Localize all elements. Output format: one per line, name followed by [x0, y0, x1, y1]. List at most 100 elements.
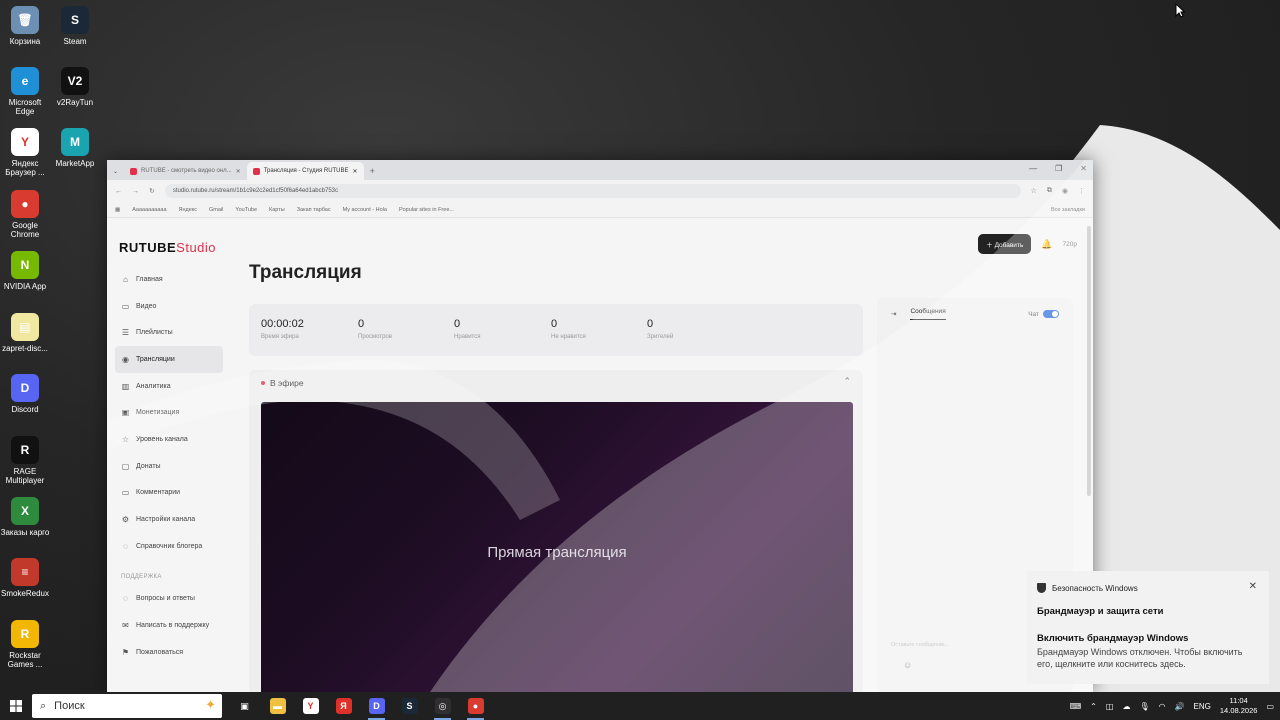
toggle-switch[interactable]	[1043, 310, 1059, 318]
back-icon[interactable]: ←	[115, 188, 122, 195]
desktop-icon[interactable]: e Microsoft Edge	[0, 67, 50, 116]
close-icon[interactable]: ✕	[1249, 581, 1257, 592]
sidebar-item[interactable]: ◌ Вопросы и ответы	[115, 586, 223, 613]
windows-start-icon[interactable]	[0, 700, 32, 712]
notifications-icon[interactable]: ▭	[1266, 702, 1274, 711]
bookmark-link[interactable]: Gmail	[209, 207, 223, 213]
maximize-icon[interactable]: ❐	[1055, 164, 1062, 173]
desktop-icon[interactable]: Y Яндекс Браузер ...	[0, 128, 50, 177]
stat-views: 0 Просмотров	[358, 318, 392, 340]
desktop-icon[interactable]: X Заказы карго	[0, 497, 50, 537]
edge-icon: e	[11, 67, 39, 95]
taskbar-app[interactable]: Я	[327, 692, 360, 720]
sidebar-item[interactable]: ▭ Комментарии	[115, 480, 223, 507]
close-icon[interactable]: ✕	[236, 168, 241, 175]
desktop-icon[interactable]: V2 v2RayTun	[50, 67, 100, 107]
desktop-icon[interactable]: M MarketApp	[50, 128, 100, 168]
extensions-icon[interactable]: ⧉	[1047, 187, 1052, 195]
minimize-icon[interactable]: —	[1029, 164, 1037, 173]
sidebar-item[interactable]: ▥ Аналитика	[115, 373, 223, 400]
reload-icon[interactable]: ↻	[149, 187, 155, 195]
sidebar-item-label: Настройки канала	[136, 516, 196, 524]
profile-avatar-icon[interactable]: ◉	[1062, 187, 1068, 195]
sidebar-item[interactable]: ⚑ Пожаловаться	[115, 639, 223, 666]
collapse-chat-icon[interactable]: ⇥	[891, 310, 896, 318]
taskbar-app[interactable]: S	[393, 692, 426, 720]
apps-grid-icon[interactable]: ▦	[115, 207, 120, 213]
tab-rutube[interactable]: RUTUBE - смотреть видео онл... ✕	[124, 162, 247, 180]
emoji-icon[interactable]: ☺	[903, 660, 912, 670]
bookmark-link[interactable]: Карты	[269, 207, 285, 213]
url-field[interactable]: studio.rutube.ru/stream/1b1c9e2c2ed1cf50…	[164, 184, 1021, 198]
close-icon[interactable]: ✕	[1080, 164, 1087, 173]
sidebar-item[interactable]: ⌂ Главная	[115, 266, 223, 293]
tab-messages[interactable]: Сообщения	[910, 308, 946, 320]
tab-studio[interactable]: Трансляция - Студия RUTUBE ✕	[246, 162, 364, 180]
nvidia-icon: N	[11, 251, 39, 279]
page-scrollbar[interactable]	[1087, 226, 1091, 496]
volume-icon[interactable]: 🔊	[1175, 702, 1185, 711]
menu-dots-icon[interactable]: ⋮	[1078, 187, 1085, 195]
language-indicator[interactable]: ENG	[1194, 702, 1211, 711]
sidebar-item[interactable]: ◉ Трансляции	[115, 346, 223, 373]
video-player[interactable]: Прямая трансляция	[261, 402, 853, 692]
desktop-icon[interactable]: 🗑 Корзина	[0, 6, 50, 46]
taskbar-app[interactable]: D	[360, 692, 393, 720]
all-bookmarks-link[interactable]: Все закладки	[1051, 207, 1085, 213]
desktop-icon[interactable]: ▤ zapret-disc...	[0, 313, 50, 353]
microphone-icon[interactable]: 🎙	[1139, 702, 1149, 711]
add-button[interactable]: ＋ Добавить	[978, 234, 1032, 254]
bookmark-link[interactable]: Popular sites in Free...	[399, 207, 454, 213]
taskbar-app[interactable]: Y	[294, 692, 327, 720]
desktop-icon-label: Steam	[63, 37, 87, 46]
chrome-icon: ●	[467, 698, 484, 714]
desktop-icon[interactable]: R RAGE Multiplayer	[0, 436, 50, 485]
network-icon[interactable]: ◫	[1106, 702, 1114, 711]
bookmark-link[interactable]: Закап тарбас	[297, 207, 331, 213]
cloud-icon[interactable]: ☁	[1122, 702, 1130, 711]
sidebar-item[interactable]: ◌ Справочник блогера	[115, 533, 223, 560]
tab-list-icon[interactable]: ⌄	[107, 162, 124, 180]
bell-icon[interactable]: 🔔	[1041, 239, 1052, 250]
close-icon[interactable]: ✕	[353, 168, 358, 175]
sidebar-item[interactable]: ☆ Уровень канала	[115, 426, 223, 453]
bookmark-link[interactable]: Ааааааааааа	[132, 207, 166, 213]
forward-icon[interactable]: →	[132, 188, 139, 195]
bookmark-link[interactable]: My account - Hola	[343, 207, 387, 213]
taskbar-app[interactable]: ▬	[261, 692, 294, 720]
desktop-icon[interactable]: D Discord	[0, 374, 50, 414]
rutube-studio-logo[interactable]: RUTUBEStudio	[119, 240, 216, 255]
sidebar-item[interactable]: ⚙ Настройки канала	[115, 506, 223, 533]
quality-badge[interactable]: 720p	[1063, 241, 1077, 248]
taskbar-app[interactable]: ●	[459, 692, 492, 720]
sidebar-item[interactable]: ☰ Плейлисты	[115, 319, 223, 346]
clock[interactable]: 11:04 14.08.2026	[1220, 696, 1258, 716]
keyboard-icon[interactable]: ⌨	[1070, 702, 1082, 711]
sidebar-item[interactable]: ▣ Монетизация	[115, 399, 223, 426]
chevron-up-icon[interactable]: ⌃	[843, 376, 851, 387]
desktop-icon[interactable]: N NVIDIA App	[0, 251, 50, 291]
sidebar-item[interactable]: ▢ Донаты	[115, 453, 223, 480]
chat-toggle[interactable]: Чат	[1028, 310, 1059, 318]
bookmark-star-icon[interactable]: ☆	[1031, 187, 1037, 195]
desktop-icon[interactable]: R Rockstar Games ...	[0, 620, 50, 669]
wifi-icon[interactable]: ◠	[1159, 702, 1166, 711]
bookmark-link[interactable]: Яндекс	[179, 207, 198, 213]
chevron-up-icon[interactable]: ⌃	[1090, 702, 1097, 711]
video-placeholder-text: Прямая трансляция	[487, 543, 627, 561]
new-tab-icon[interactable]: +	[364, 162, 381, 180]
taskbar-app[interactable]: ▣	[228, 692, 261, 720]
sidebar-item[interactable]: ▭ Видео	[115, 293, 223, 320]
chat-input[interactable]: Оставьте сообщение...	[891, 642, 949, 648]
windows-notification[interactable]: Безопасность Windows ✕ Брандмауэр и защи…	[1027, 571, 1269, 684]
desktop-icon[interactable]: S Steam	[50, 6, 100, 46]
bookmark-link[interactable]: YouTube	[235, 207, 257, 213]
mail-icon: ✉	[122, 621, 129, 631]
desktop-icon[interactable]: ≡ SmokeRedux	[0, 558, 50, 598]
desktop-icon[interactable]: ● Google Chrome	[0, 190, 50, 239]
sidebar-item[interactable]: ✉ Написать в поддержку	[115, 612, 223, 639]
taskbar-search[interactable]: ⌕ Поиск ✦	[32, 694, 222, 718]
desktop-icon-label: Microsoft Edge	[8, 98, 42, 116]
sidebar-item-label: Уровень канала	[136, 435, 188, 443]
taskbar-app[interactable]: ◎	[426, 692, 459, 720]
